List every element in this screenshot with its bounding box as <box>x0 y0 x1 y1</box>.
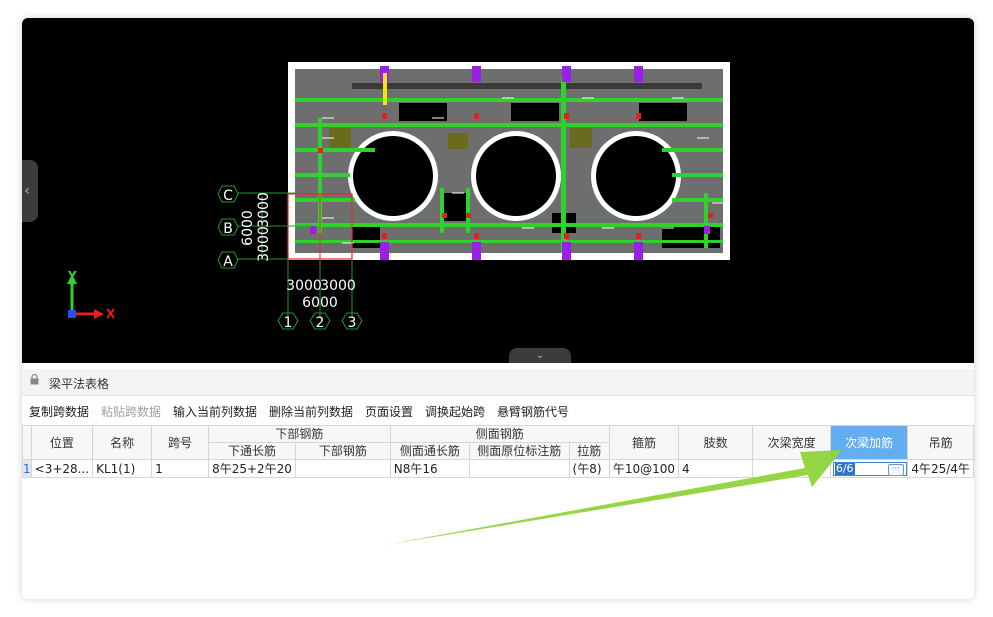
table-row[interactable]: 1 <3+28... KL1(1) 1 8午25+2午20 N8午16 (午8)… <box>22 459 974 478</box>
header-position[interactable]: 位置 <box>30 425 94 460</box>
row-number[interactable]: 1 <box>22 459 32 478</box>
dim-left-total: 6000 <box>240 210 256 246</box>
cell-side-original[interactable] <box>468 459 570 478</box>
axis-x-label: X <box>106 307 116 321</box>
cell-bottom-bars[interactable] <box>294 459 391 478</box>
dim-left-mid: 3000 <box>256 192 272 228</box>
cell-tie[interactable]: (午8) <box>568 459 610 478</box>
grid-col-label: 2 <box>316 315 325 331</box>
swap-start-span-button[interactable]: 调换起始跨 <box>425 403 485 420</box>
lock-icon[interactable] <box>30 374 39 385</box>
beam-data-table: 位置 名称 跨号 下部钢筋 侧面钢筋 箍筋 肢数 次梁宽度 次梁加筋 吊筋 下通… <box>22 425 974 478</box>
collapse-left-handle[interactable]: ‹ <box>22 160 38 222</box>
ellipsis-icon[interactable]: ··· <box>887 464 904 476</box>
cell-span[interactable]: 1 <box>151 459 210 478</box>
header-hanger[interactable]: 吊筋 <box>907 425 974 460</box>
dim-left-bottom: 3000 <box>256 226 272 262</box>
beam-table-panel: 梁平法表格 复制跨数据 粘贴跨数据 输入当前列数据 删除当前列数据 页面设置 调… <box>22 369 974 599</box>
cell-legs[interactable]: 4 <box>678 459 754 478</box>
grid-col-label: 1 <box>284 315 293 331</box>
grid-col-label: 3 <box>348 315 357 331</box>
header-span[interactable]: 跨号 <box>151 425 210 460</box>
cell-stirrup[interactable]: 午10@100 <box>608 459 680 478</box>
cell-hanger[interactable]: 4午25/4午 <box>907 459 974 478</box>
sub-beam-rebar-value[interactable]: 6/6 <box>834 463 855 475</box>
header-side-original[interactable]: 侧面原位标注筋 <box>468 442 570 460</box>
chevron-left-icon: ‹ <box>24 183 30 199</box>
input-column-button[interactable]: 输入当前列数据 <box>173 403 257 420</box>
header-sub-beam-width[interactable]: 次梁宽度 <box>752 425 831 460</box>
corner-cell <box>22 425 32 460</box>
grid-row-label: A <box>223 254 233 270</box>
header-name[interactable]: 名称 <box>92 425 153 460</box>
axis-y-label: Y <box>67 269 77 283</box>
panel-title: 梁平法表格 <box>49 377 110 391</box>
cell-bottom-through[interactable]: 8午25+2午20 <box>208 459 296 478</box>
cell-sub-beam-rebar[interactable]: 6/6 ··· <box>829 459 909 478</box>
header-stirrup[interactable]: 箍筋 <box>608 425 680 460</box>
chevron-down-icon: ⌄ <box>535 350 545 361</box>
header-bottom-group: 下部钢筋 <box>208 425 391 443</box>
cantilever-code-button[interactable]: 悬臂钢筋代号 <box>497 403 569 420</box>
cell-side-through[interactable]: N8午16 <box>389 459 470 478</box>
header-side-through[interactable]: 侧面通长筋 <box>389 442 470 460</box>
dim-bottom-left: 3000 <box>286 278 322 294</box>
header-legs[interactable]: 肢数 <box>678 425 754 460</box>
panel-header: 梁平法表格 <box>22 369 974 396</box>
copy-span-button[interactable]: 复制跨数据 <box>29 403 89 420</box>
cad-viewport[interactable]: C B A 1 2 3 6000 3000 3000 3000 3000 600… <box>22 18 974 363</box>
delete-column-button[interactable]: 删除当前列数据 <box>269 403 353 420</box>
grid-row-label: B <box>223 221 233 237</box>
header-side-group: 侧面钢筋 <box>389 425 610 443</box>
cell-sub-beam-width[interactable] <box>752 459 831 478</box>
dim-bottom-right: 3000 <box>320 278 356 294</box>
cad-drawing: C B A 1 2 3 6000 3000 3000 3000 3000 600… <box>67 62 730 331</box>
table-toolbar: 复制跨数据 粘贴跨数据 输入当前列数据 删除当前列数据 页面设置 调换起始跨 悬… <box>22 397 974 423</box>
header-bottom-through[interactable]: 下通长筋 <box>208 442 296 460</box>
collapse-bottom-handle[interactable]: ⌄ <box>509 348 571 363</box>
cell-position[interactable]: <3+28... <box>30 459 94 478</box>
ucs-icon: Y X <box>67 269 116 321</box>
paste-span-button[interactable]: 粘贴跨数据 <box>101 403 161 420</box>
header-bottom-bars[interactable]: 下部钢筋 <box>294 442 391 460</box>
grid-row-label: C <box>223 188 233 204</box>
page-setup-button[interactable]: 页面设置 <box>365 403 413 420</box>
app-window: C B A 1 2 3 6000 3000 3000 3000 3000 600… <box>22 18 974 599</box>
dim-bottom-total: 6000 <box>302 295 338 311</box>
header-tie[interactable]: 拉筋 <box>568 442 610 460</box>
cell-name[interactable]: KL1(1) <box>92 459 153 478</box>
header-sub-beam-rebar[interactable]: 次梁加筋 <box>829 425 909 460</box>
sub-beam-rebar-editor[interactable]: 6/6 ··· <box>832 462 907 476</box>
